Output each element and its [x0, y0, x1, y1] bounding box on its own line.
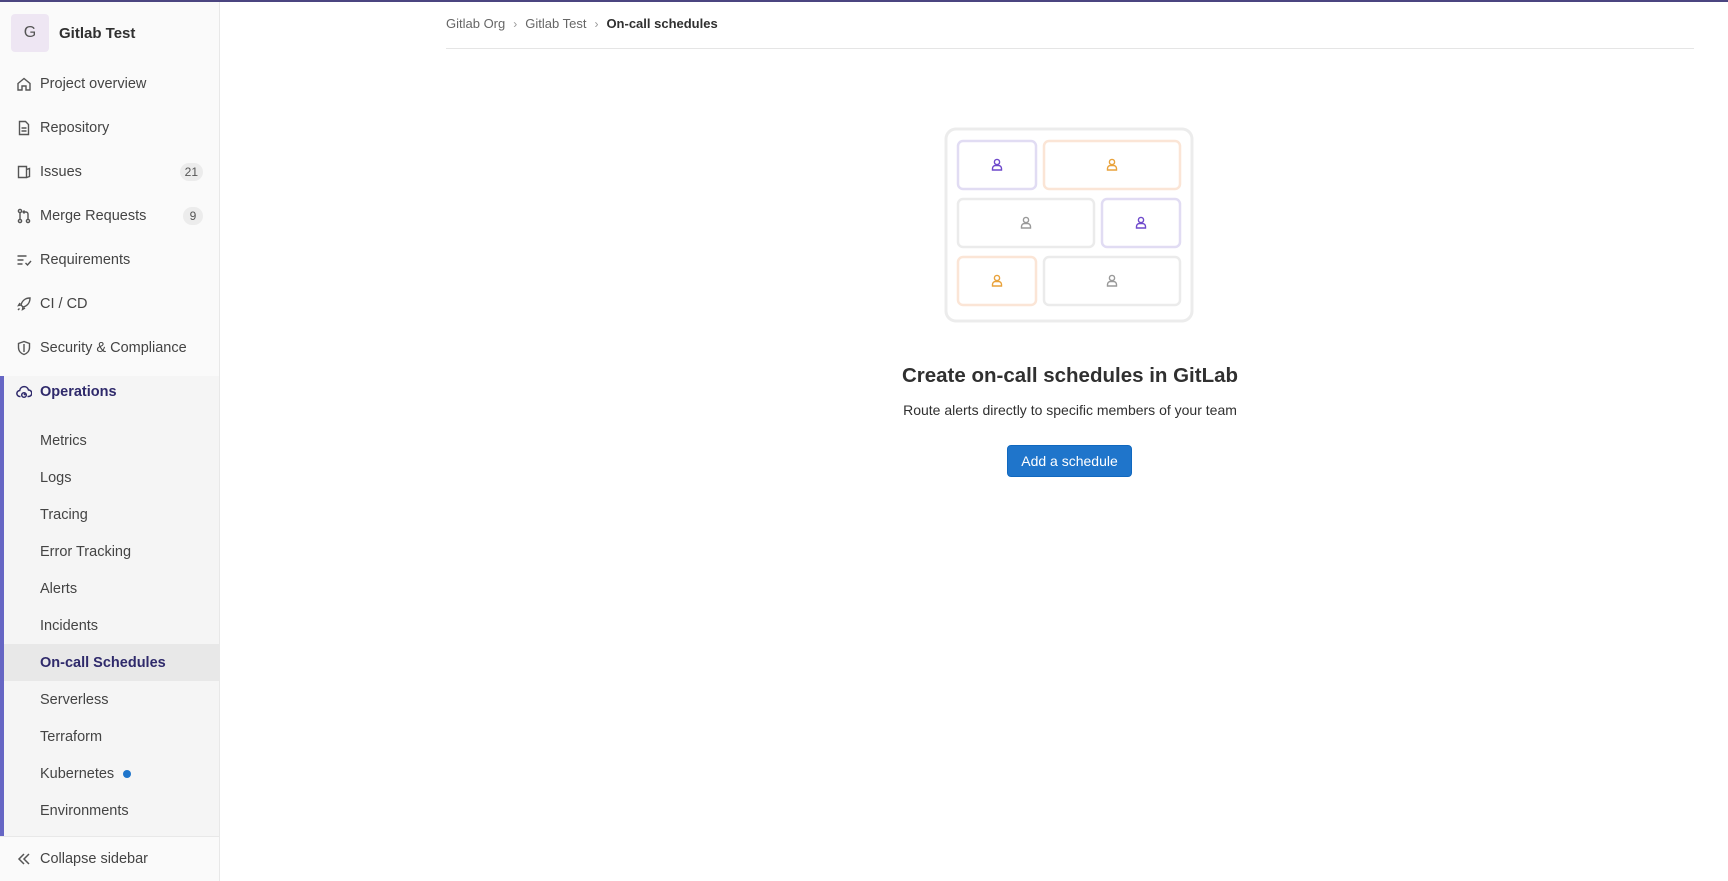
sidebar-item-requirements[interactable]: Requirements: [0, 240, 219, 280]
shield-icon: [16, 340, 32, 356]
sidebar-subitem-alerts[interactable]: Alerts: [4, 570, 219, 607]
sidebar-item-label: Issues: [40, 164, 82, 180]
sidebar-subitem-serverless[interactable]: Serverless: [4, 681, 219, 718]
merge-requests-count-badge: 9: [183, 207, 203, 225]
sidebar-subitem-tracing[interactable]: Tracing: [4, 496, 219, 533]
home-icon: [16, 76, 32, 92]
sidebar-item-label: Merge Requests: [40, 208, 147, 224]
empty-state-title: Create on-call schedules in GitLab: [901, 364, 1239, 387]
sidebar-item-security-compliance[interactable]: Security & Compliance: [0, 328, 219, 368]
project-avatar[interactable]: G: [11, 14, 49, 52]
collapse-sidebar-button[interactable]: Collapse sidebar: [0, 836, 219, 881]
chevron-right-icon: ›: [594, 16, 599, 31]
sidebar-item-operations[interactable]: Operations: [0, 372, 219, 412]
sidebar-item-repository[interactable]: Repository: [0, 108, 219, 148]
sidebar: G Gitlab Test Project overview Repositor…: [0, 2, 220, 881]
sidebar-subitem-label: Kubernetes: [40, 765, 115, 782]
issues-icon: [16, 164, 32, 180]
sidebar-subitem-terraform[interactable]: Terraform: [4, 718, 219, 755]
sidebar-subitem-incidents[interactable]: Incidents: [4, 607, 219, 644]
sidebar-subitem-environments[interactable]: Environments: [4, 792, 219, 829]
collapse-sidebar-label: Collapse sidebar: [40, 851, 149, 867]
document-icon: [16, 120, 32, 136]
double-chevron-left-icon: [16, 851, 32, 867]
new-feature-dot: [123, 769, 132, 778]
sidebar-item-issues[interactable]: Issues 21: [0, 152, 219, 192]
chevron-right-icon: ›: [513, 16, 518, 31]
sidebar-subitem-kubernetes[interactable]: Kubernetes: [4, 755, 219, 792]
sidebar-item-label: Security & Compliance: [40, 340, 187, 356]
schedule-illustration: [944, 127, 1194, 323]
sidebar-subitem-on-call-schedules[interactable]: On-call Schedules: [4, 644, 219, 681]
sidebar-item-ci-cd[interactable]: CI / CD: [0, 284, 219, 324]
top-border: [0, 0, 1728, 2]
breadcrumb: Gitlab Org › Gitlab Test › On-call sched…: [446, 16, 718, 31]
rocket-icon: [16, 296, 32, 312]
breadcrumb-link-org[interactable]: Gitlab Org: [446, 16, 505, 31]
sidebar-subitem-error-tracking[interactable]: Error Tracking: [4, 533, 219, 570]
breadcrumb-link-project[interactable]: Gitlab Test: [525, 16, 586, 31]
issues-count-badge: 21: [179, 163, 203, 181]
add-schedule-button[interactable]: Add a schedule: [1007, 445, 1132, 477]
sidebar-item-label: Repository: [40, 120, 110, 136]
merge-request-icon: [16, 208, 32, 224]
sidebar-item-merge-requests[interactable]: Merge Requests 9: [0, 196, 219, 236]
project-header[interactable]: G Gitlab Test: [11, 13, 135, 53]
cloud-gauge-icon: [16, 384, 32, 400]
sidebar-item-label: CI / CD: [40, 296, 88, 312]
sidebar-item-label: Operations: [40, 384, 117, 400]
sidebar-subitem-logs[interactable]: Logs: [4, 459, 219, 496]
sidebar-item-project-overview[interactable]: Project overview: [0, 64, 219, 104]
sidebar-subitem-metrics[interactable]: Metrics: [4, 422, 219, 459]
sidebar-item-label: Project overview: [40, 76, 147, 92]
breadcrumb-current[interactable]: On-call schedules: [606, 16, 717, 31]
requirements-icon: [16, 252, 32, 268]
empty-state-description: Route alerts directly to specific member…: [903, 402, 1237, 418]
breadcrumb-divider: [446, 48, 1694, 49]
project-name[interactable]: Gitlab Test: [59, 25, 135, 42]
sidebar-item-label: Requirements: [40, 252, 131, 268]
